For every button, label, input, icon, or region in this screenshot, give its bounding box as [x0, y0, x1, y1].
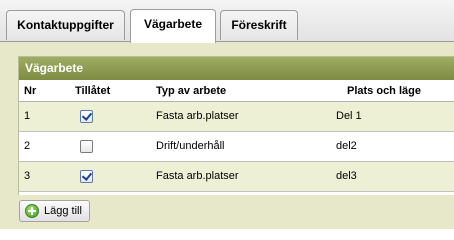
row-work-type: Fasta arb.platser: [156, 110, 239, 122]
add-icon: [25, 204, 39, 218]
tab-bar: Kontaktuppgifter Vägarbete Föreskrift: [0, 0, 454, 43]
column-header-work-type: Typ av arbete: [156, 85, 227, 97]
column-header-nr: Nr: [24, 85, 37, 97]
allowed-checkbox[interactable]: [80, 110, 93, 123]
tab-foreskrift[interactable]: Föreskrift: [220, 10, 298, 40]
tab-content: Vägarbete Nr Tillåtet Typ av arbete Plat…: [0, 41, 454, 229]
allowed-checkbox[interactable]: [80, 170, 93, 183]
table-row[interactable]: 2 Drift/underhåll del2: [19, 132, 454, 162]
add-button[interactable]: Lägg till: [19, 200, 90, 222]
row-nr: 2: [24, 140, 31, 152]
row-location: del2: [336, 140, 357, 152]
row-work-type: Fasta arb.platser: [156, 170, 239, 182]
row-work-type: Drift/underhåll: [156, 140, 225, 152]
panel-title: Vägarbete: [19, 57, 454, 80]
column-header-allowed: Tillåtet: [75, 85, 111, 97]
table-row[interactable]: 1 Fasta arb.platser Del 1: [19, 102, 454, 132]
row-nr: 3: [24, 170, 31, 182]
add-button-label: Lägg till: [44, 205, 82, 217]
tab-vagarbete[interactable]: Vägarbete: [130, 9, 216, 43]
row-nr: 1: [24, 110, 31, 122]
column-header-location: Plats och läge: [347, 85, 421, 97]
vagarbete-panel: Vägarbete Nr Tillåtet Typ av arbete Plat…: [18, 56, 454, 195]
row-location: del3: [336, 170, 357, 182]
table-row[interactable]: 3 Fasta arb.platser del3: [19, 162, 454, 192]
table-header: Nr Tillåtet Typ av arbete Plats och läge: [19, 80, 454, 102]
row-location: Del 1: [336, 110, 362, 122]
tab-kontaktuppgifter[interactable]: Kontaktuppgifter: [6, 10, 125, 40]
allowed-checkbox[interactable]: [80, 140, 93, 153]
